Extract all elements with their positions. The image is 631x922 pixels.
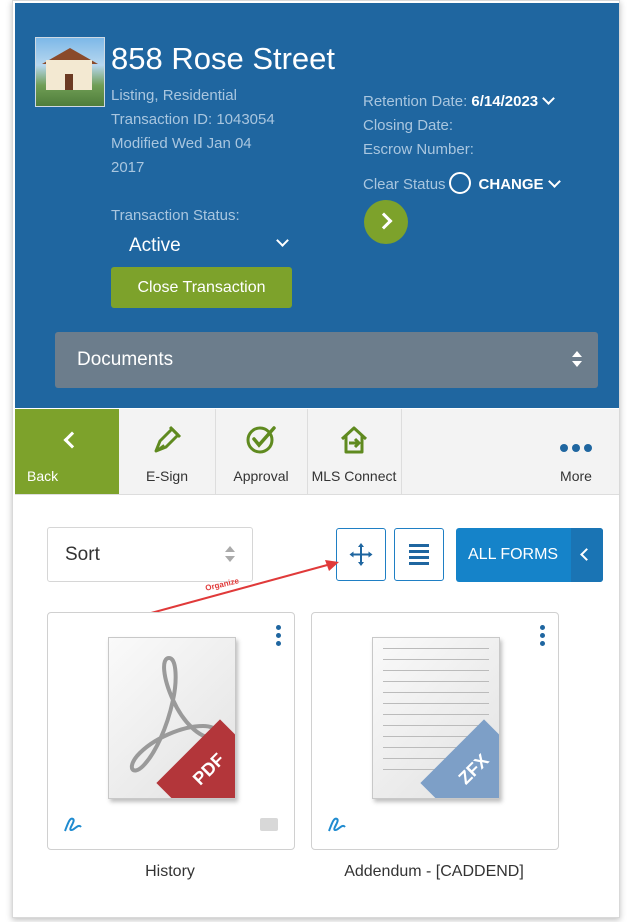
all-forms-button[interactable]: ALL FORMS [456, 528, 603, 582]
comment-icon[interactable] [260, 818, 278, 831]
list-view-button[interactable] [394, 528, 444, 581]
section-select-value: Documents [77, 349, 174, 370]
close-transaction-button[interactable]: Close Transaction [111, 267, 292, 308]
listing-type: Listing, Residential [111, 87, 237, 104]
pen-icon [154, 425, 182, 453]
all-forms-toggle[interactable] [571, 528, 603, 582]
signature-icon[interactable] [326, 813, 348, 835]
retention-date[interactable]: Retention Date: 6/14/2023 [363, 92, 556, 110]
transaction-header: 858 Rose Street Listing, Residential Tra… [15, 3, 619, 408]
pdf-document-thumbnail[interactable]: PDF [108, 637, 236, 799]
section-select[interactable]: Documents [55, 332, 598, 388]
ellipsis-icon [558, 439, 594, 452]
retention-date-label: Retention Date: [363, 93, 468, 110]
action-toolbar: Back E-Sign Approval MLS Connect More [15, 409, 619, 495]
closing-date-label: Closing Date: [363, 117, 454, 134]
property-title: 858 Rose Street [111, 41, 336, 76]
chevron-left-icon [580, 548, 593, 561]
all-forms-label: ALL FORMS [468, 546, 559, 563]
chevron-left-icon [63, 431, 81, 449]
transaction-status-label: Transaction Status: [111, 207, 240, 224]
esign-label: E-Sign [145, 468, 189, 484]
clear-status-label: Clear Status [363, 175, 446, 193]
sort-select-value: Sort [65, 544, 100, 565]
chevron-right-icon [375, 212, 393, 230]
kebab-menu-icon[interactable] [540, 625, 545, 649]
zfx-document-thumbnail[interactable]: ZFX [372, 637, 500, 799]
clear-status-radio[interactable] [448, 172, 471, 194]
document-card[interactable]: PDF [47, 612, 295, 850]
chevron-down-icon [547, 175, 561, 188]
more-label: More [560, 468, 592, 484]
select-arrows-icon [572, 351, 582, 369]
more-button[interactable]: More [533, 409, 619, 494]
change-button[interactable]: CHANGE [479, 176, 544, 193]
document-name: Addendum - [CADDEND] [344, 863, 524, 880]
house-import-icon [340, 426, 368, 454]
modified-date-line2: 2017 [111, 159, 145, 176]
approval-label: Approval [233, 468, 289, 484]
mls-connect-button[interactable]: MLS Connect [307, 409, 402, 494]
approval-button[interactable]: Approval [215, 409, 308, 494]
clear-status-row: Clear Status CHANGE [363, 172, 561, 196]
signature-icon[interactable] [62, 813, 84, 835]
modified-date-line1: Modified Wed Jan 04 [111, 135, 252, 152]
back-label: Back [27, 468, 59, 484]
esign-button[interactable]: E-Sign [119, 409, 216, 494]
check-circle-icon [246, 426, 276, 454]
property-thumbnail[interactable] [35, 37, 105, 107]
escrow-number-label: Escrow Number: [363, 141, 474, 158]
kebab-menu-icon[interactable] [276, 625, 281, 649]
transaction-id: Transaction ID: 1043054 [111, 111, 275, 128]
back-button[interactable]: Back [15, 409, 119, 494]
app-frame: 858 Rose Street Listing, Residential Tra… [12, 0, 620, 918]
chevron-down-icon [542, 92, 556, 105]
list-icon [409, 544, 429, 565]
next-arrow-button[interactable] [364, 200, 408, 244]
mls-connect-label: MLS Connect [311, 468, 397, 484]
document-card[interactable]: ZFX [311, 612, 559, 850]
thumbnail-door [65, 74, 73, 90]
document-name: History [145, 863, 195, 880]
transaction-status-select[interactable]: Active [129, 235, 181, 257]
chevron-down-icon [276, 234, 289, 247]
retention-date-value: 6/14/2023 [471, 93, 539, 110]
